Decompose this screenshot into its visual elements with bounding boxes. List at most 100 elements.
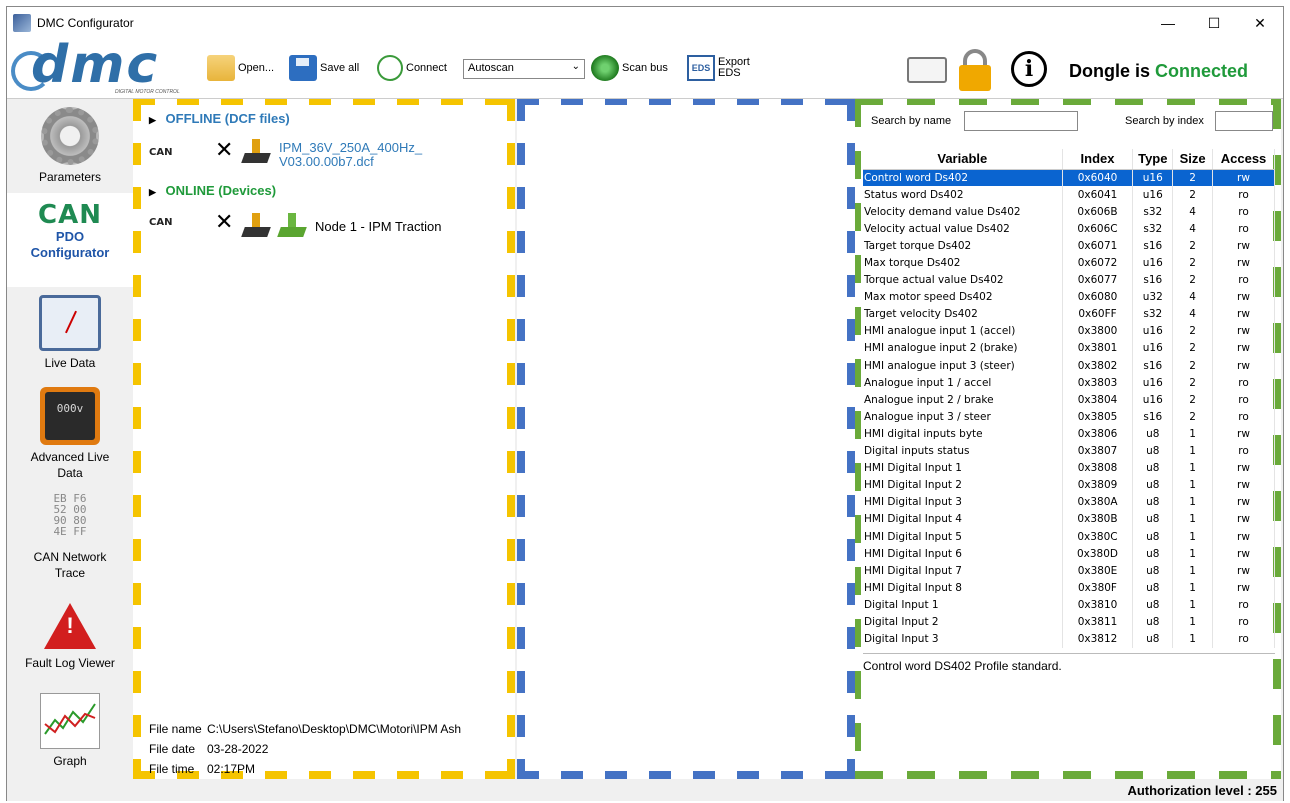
variable-cell: Status word Ds402 [863, 186, 1063, 204]
offline-group-toggle[interactable]: ▶ OFFLINE (DCF files) [149, 111, 290, 126]
table-row[interactable]: Digital inputs status 0x3807 u8 1 ro [863, 442, 1275, 460]
table-row[interactable]: HMI Digital Input 3 0x380A u8 1 rw [863, 493, 1275, 511]
size-cell: 2 [1172, 374, 1214, 392]
table-row[interactable]: HMI analogue input 2 (brake) 0x3801 u16 2 rw [863, 339, 1275, 358]
sidebar-item-parameters[interactable]: Parameters [7, 99, 133, 193]
access-cell: rw [1212, 527, 1275, 546]
minimize-button[interactable]: — [1145, 7, 1191, 39]
search-by-index-input[interactable] [1214, 111, 1273, 131]
lock-icon[interactable] [957, 49, 993, 91]
variable-cell: Torque actual value Ds402 [863, 271, 1063, 289]
maximize-button[interactable]: ☐ [1191, 7, 1237, 39]
autoscan-select[interactable]: Autoscan ⌄ [463, 59, 585, 79]
save-all-button[interactable]: Save all [289, 55, 359, 81]
type-cell: s16 [1132, 408, 1174, 426]
type-cell: u16 [1132, 322, 1174, 340]
table-row[interactable]: HMI Digital Input 4 0x380B u8 1 rw [863, 510, 1275, 528]
size-cell: 4 [1172, 203, 1214, 221]
table-row[interactable]: HMI analogue input 3 (steer) 0x3802 s16 2 rw [863, 357, 1275, 375]
sidebar-item-label: Data [57, 466, 83, 480]
title-bar: DMC Configurator — ☐ ✕ [7, 7, 1283, 39]
table-row[interactable]: Target velocity Ds402 0x60FF s32 4 rw [863, 305, 1275, 323]
table-row[interactable]: Control word Ds402 0x6040 u16 2 rw [863, 169, 1275, 187]
index-cell: 0x3809 [1062, 476, 1134, 494]
node-item[interactable]: Node 1 - IPM Traction [315, 219, 441, 234]
table-row[interactable]: Velocity actual value Ds402 0x606C s32 4 ro [863, 220, 1275, 238]
sidebar-item-advanced-live-data[interactable]: 000v Advanced Live Data [7, 379, 133, 485]
access-cell: rw [1212, 493, 1275, 511]
table-row[interactable]: HMI Digital Input 7 0x380E u8 1 rw [863, 562, 1275, 580]
authorization-level: Authorization level : 255 [1127, 783, 1277, 798]
book-icon[interactable] [907, 57, 947, 83]
column-header-size[interactable]: Size [1172, 149, 1214, 170]
variable-cell: Digital inputs status [863, 442, 1063, 460]
variable-cell: Digital Input 2 [863, 613, 1063, 631]
table-row[interactable]: Digital Input 3 0x3812 u8 1 ro [863, 630, 1275, 648]
sidebar-item-label: Graph [53, 754, 87, 768]
sidebar-item-can-network-trace[interactable]: EB F6 52 00 90 80 4E FF CAN Network Trac… [7, 487, 133, 587]
search-by-name-input[interactable] [964, 111, 1079, 131]
pdo-mapping-panel[interactable] [517, 99, 855, 779]
sidebar-item-graph[interactable]: Graph [7, 683, 133, 773]
column-header-type[interactable]: Type [1132, 149, 1174, 170]
autoscan-value: Autoscan [468, 62, 514, 74]
scan-bus-button[interactable]: Scan bus [591, 55, 668, 81]
index-cell: 0x380B [1062, 510, 1134, 528]
column-header-variable[interactable]: Variable [863, 149, 1063, 170]
dcf-file-name-1: IPM_36V_250A_400Hz_ [279, 140, 423, 155]
table-row[interactable]: HMI Digital Input 8 0x380F u8 1 rw [863, 579, 1275, 597]
table-row[interactable]: HMI Digital Input 5 0x380C u8 1 rw [863, 527, 1275, 546]
access-cell: rw [1212, 425, 1275, 443]
table-row[interactable]: HMI Digital Input 1 0x3808 u8 1 rw [863, 459, 1275, 477]
index-cell: 0x3810 [1062, 596, 1134, 614]
open-label: Open... [238, 62, 275, 74]
online-group-toggle[interactable]: ▶ ONLINE (Devices) [149, 183, 276, 198]
chip-upload-icon [277, 213, 307, 239]
variable-cell: Max torque Ds402 [863, 254, 1063, 272]
size-cell: 1 [1172, 425, 1214, 443]
type-cell: u8 [1132, 562, 1174, 580]
object-dictionary-panel: Search by name Search by index Variable … [855, 99, 1281, 779]
dongle-prefix: Dongle is [1069, 61, 1151, 81]
open-button[interactable]: Open... [207, 55, 274, 81]
table-row[interactable]: Digital Input 2 0x3811 u8 1 ro [863, 613, 1275, 631]
connect-button[interactable]: Connect [377, 55, 447, 81]
table-row[interactable]: HMI Digital Input 6 0x380D u8 1 rw [863, 545, 1275, 563]
table-row[interactable]: HMI Digital Input 2 0x3809 u8 1 rw [863, 476, 1275, 494]
access-cell: rw [1212, 476, 1275, 494]
sidebar-item-pdo-configurator[interactable]: CAN PDO Configurator [7, 193, 133, 287]
table-row[interactable]: Max torque Ds402 0x6072 u16 2 rw [863, 254, 1275, 272]
table-row[interactable]: Status word Ds402 0x6041 u16 2 ro [863, 186, 1275, 204]
table-row[interactable]: HMI digital inputs byte 0x3806 u8 1 rw [863, 425, 1275, 443]
size-cell: 2 [1172, 339, 1214, 358]
table-row[interactable]: Analogue input 3 / steer 0x3805 s16 2 ro [863, 408, 1275, 426]
export-eds-button[interactable]: EDS Export EDS [687, 55, 750, 81]
dcf-file-item[interactable]: IPM_36V_250A_400Hz_ V03.00.00b7.dcf [279, 141, 422, 169]
table-row[interactable]: Velocity demand value Ds402 0x606B s32 4 ro [863, 203, 1275, 221]
column-header-index[interactable]: Index [1062, 149, 1134, 170]
column-header-access[interactable]: Access [1212, 149, 1275, 170]
close-button[interactable]: ✕ [1237, 7, 1283, 39]
file-name-key: File name [149, 722, 202, 736]
table-row[interactable]: Analogue input 1 / accel 0x3803 u16 2 ro [863, 374, 1275, 392]
logo-subtitle: DIGITAL MOTOR CONTROL [115, 89, 180, 95]
info-icon[interactable]: i [1011, 51, 1047, 87]
table-row[interactable]: Analogue input 2 / brake 0x3804 u16 2 ro [863, 391, 1275, 409]
table-row[interactable]: Torque actual value Ds402 0x6077 s16 2 ro [863, 271, 1275, 289]
access-cell: ro [1212, 271, 1275, 289]
table-row[interactable]: HMI analogue input 1 (accel) 0x3800 u16 2 rw [863, 322, 1275, 340]
access-cell: rw [1212, 288, 1275, 306]
table-row[interactable]: Max motor speed Ds402 0x6080 u32 4 rw [863, 288, 1275, 306]
type-cell: u8 [1132, 510, 1174, 528]
type-cell: u8 [1132, 630, 1174, 648]
variables-table-body: Control word Ds402 0x6040 u16 2 rw Status wor… [863, 169, 1275, 648]
file-date-value: 03-28-2022 [207, 742, 269, 756]
sidebar-item-fault-log-viewer[interactable]: ! Fault Log Viewer [7, 593, 133, 683]
table-row[interactable]: Digital Input 1 0x3810 u8 1 ro [863, 596, 1275, 614]
size-cell: 2 [1172, 254, 1214, 272]
sidebar-item-live-data[interactable]: Live Data [7, 287, 133, 379]
folder-icon [207, 55, 235, 81]
variable-cell: Analogue input 2 / brake [863, 391, 1063, 409]
floppy-icon [289, 55, 317, 81]
table-row[interactable]: Target torque Ds402 0x6071 s16 2 rw [863, 237, 1275, 255]
